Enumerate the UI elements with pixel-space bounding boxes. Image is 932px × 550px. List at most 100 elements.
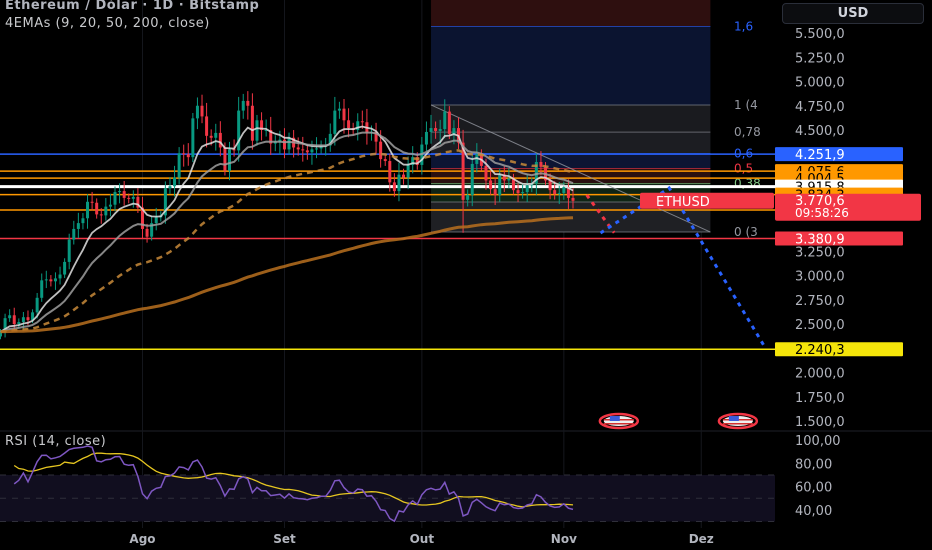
candle — [12, 307, 16, 331]
candle-body — [493, 189, 497, 195]
candle — [108, 193, 112, 217]
countdown-label: 09:58:26 — [795, 206, 849, 220]
candle — [76, 212, 80, 239]
candle-body — [402, 174, 406, 178]
candle-body — [12, 315, 16, 324]
candle — [200, 94, 204, 124]
candle — [205, 102, 209, 148]
candle-body — [507, 178, 511, 181]
candle — [95, 198, 99, 219]
candle — [420, 136, 424, 175]
candle — [140, 196, 144, 239]
candle — [214, 123, 218, 151]
price-chart[interactable]: AgoSetOutNovDez1,61 (40,780,60,50,380,20… — [0, 0, 932, 550]
candle-body — [154, 217, 158, 224]
fib-zone — [431, 104, 711, 133]
fib-level-label: 0,78 — [734, 125, 761, 139]
candle-body — [498, 174, 502, 195]
candle-body — [40, 280, 44, 298]
candle — [3, 313, 7, 338]
fib-level-label: 1,6 — [734, 19, 753, 33]
candle-body — [434, 128, 438, 131]
y-axis-label: 1.500,0 — [795, 415, 845, 430]
candle-body — [67, 239, 71, 262]
candle-body — [90, 201, 94, 203]
candle-body — [379, 141, 383, 160]
candle — [237, 96, 241, 162]
fib-zone-top — [431, 0, 711, 27]
y-axis-label: 1.750,0 — [795, 391, 845, 406]
flag-canton — [609, 416, 620, 421]
candle — [40, 273, 44, 302]
candle-body — [342, 108, 346, 121]
candle-body — [250, 105, 254, 141]
candle — [397, 162, 401, 202]
x-axis-label: Dez — [689, 532, 714, 546]
candle — [8, 309, 12, 322]
candle-body — [562, 187, 566, 194]
rsi-indicator-legend[interactable]: RSI (14, close) — [5, 434, 106, 449]
candle-body — [72, 228, 76, 240]
y-axis-label: 5.250,0 — [795, 51, 845, 66]
candle-body — [182, 153, 186, 155]
candle — [72, 220, 76, 245]
rsi-axis-label: 100,00 — [795, 434, 841, 449]
candle — [186, 143, 190, 166]
candle-body — [205, 116, 209, 136]
candle-body — [438, 129, 442, 131]
y-axis-label: 4.500,0 — [795, 124, 845, 139]
fib-zone — [431, 132, 711, 154]
candle-body — [53, 278, 57, 282]
candle-body — [49, 279, 53, 282]
chart-title: Ethereum / Dólar · 1D · Bitstamp — [5, 0, 260, 13]
y-axis-label: 2.750,0 — [795, 294, 845, 309]
candle-body — [223, 147, 227, 171]
candle — [315, 137, 319, 159]
candle — [347, 108, 351, 138]
candle-body — [305, 150, 309, 153]
rsi-axis-label: 60,00 — [795, 481, 832, 496]
ema-indicator-legend[interactable]: 4EMAs (9, 20, 50, 200, close) — [5, 16, 210, 31]
flag-stripe — [722, 423, 753, 425]
x-axis-label: Out — [410, 532, 435, 546]
candle-body — [214, 132, 218, 138]
candle — [337, 101, 341, 119]
candle-body — [131, 196, 135, 199]
y-axis-label: 3.000,0 — [795, 270, 845, 285]
fib-level-label: 0,5 — [734, 162, 753, 176]
candle-body — [539, 162, 543, 167]
candle — [250, 93, 254, 150]
candle-body — [388, 161, 392, 183]
candle-body — [383, 159, 387, 162]
candle — [58, 266, 62, 285]
candle — [182, 144, 186, 167]
x-axis-label: Set — [273, 532, 296, 546]
candle-body — [76, 223, 80, 229]
candle-body — [255, 120, 259, 141]
candle — [195, 97, 199, 130]
candle — [218, 121, 222, 157]
candle-body — [443, 111, 447, 130]
candle — [113, 186, 117, 212]
fib-zone — [431, 26, 711, 105]
candle — [246, 91, 250, 120]
candle-body — [429, 128, 433, 132]
x-axis-label: Ago — [129, 532, 155, 546]
candle — [86, 194, 90, 229]
candle-body — [241, 100, 245, 111]
candle — [150, 215, 154, 241]
candle — [424, 121, 428, 151]
flag-canton — [728, 416, 739, 421]
price-level-label: 3.380,9 — [795, 233, 845, 248]
candle-body — [58, 274, 62, 279]
candle-body — [406, 164, 410, 178]
y-axis-label: 4.750,0 — [795, 100, 845, 115]
currency-button[interactable]: USD — [782, 3, 924, 24]
candle — [49, 275, 53, 287]
candle-body — [26, 317, 30, 321]
candle — [241, 93, 245, 119]
candle-body — [122, 191, 126, 198]
candle-body — [489, 180, 493, 190]
candle-body — [287, 137, 291, 150]
candle-body — [553, 190, 557, 195]
